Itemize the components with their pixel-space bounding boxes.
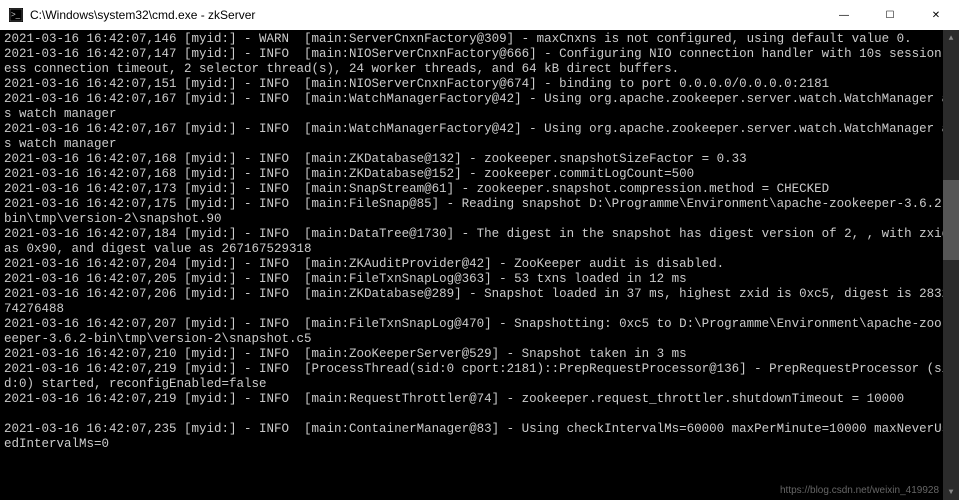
window-titlebar[interactable]: >_ C:\Windows\system32\cmd.exe - zkServe… xyxy=(0,0,959,30)
window-title: C:\Windows\system32\cmd.exe - zkServer xyxy=(30,8,821,22)
vertical-scrollbar[interactable]: ▲ ▼ xyxy=(943,30,959,500)
scroll-thumb[interactable] xyxy=(943,180,959,260)
watermark: https://blog.csdn.net/weixin_419928 xyxy=(780,485,939,496)
scroll-up-button[interactable]: ▲ xyxy=(943,30,959,46)
cmd-icon: >_ xyxy=(8,7,24,23)
window-controls: — ☐ ✕ xyxy=(821,0,959,30)
scroll-down-button[interactable]: ▼ xyxy=(943,484,959,500)
console-output[interactable]: 2021-03-16 16:42:07,146 [myid:] - WARN [… xyxy=(0,30,959,500)
close-button[interactable]: ✕ xyxy=(913,0,959,30)
svg-text:>_: >_ xyxy=(11,10,21,19)
minimize-button[interactable]: — xyxy=(821,0,867,30)
maximize-button[interactable]: ☐ xyxy=(867,0,913,30)
